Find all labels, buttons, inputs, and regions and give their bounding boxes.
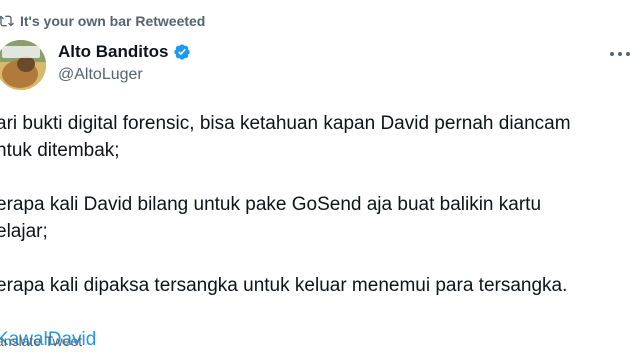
tweet-line: erapa kali David bilang untuk pake GoSen… (0, 194, 542, 215)
tweet-line: erapa kali dipaksa tersangka untuk kelua… (0, 275, 568, 296)
avatar[interactable] (0, 40, 46, 90)
author-name-row[interactable]: Alto Banditos (58, 42, 191, 62)
tweet-line: ari bukti digital forensic, bisa ketahua… (0, 113, 571, 134)
avatar-image (0, 40, 46, 90)
author-display-name[interactable]: Alto Banditos (58, 42, 169, 62)
retweet-icon (0, 15, 14, 27)
more-options-icon[interactable] (610, 50, 630, 58)
translate-tweet-link[interactable]: anslate Tweet (0, 333, 82, 349)
tweet-line: elajar; (0, 221, 48, 242)
verified-badge-icon (173, 44, 190, 60)
tweet-line: ntuk ditembak; (0, 140, 120, 161)
retweet-indicator[interactable]: It's your own bar Retweeted (0, 10, 640, 32)
author-handle[interactable]: @AltoLuger (58, 66, 143, 84)
retweet-label: It's your own bar Retweeted (20, 13, 206, 29)
tweet-text: ari bukti digital forensic, bisa ketahua… (0, 110, 636, 353)
